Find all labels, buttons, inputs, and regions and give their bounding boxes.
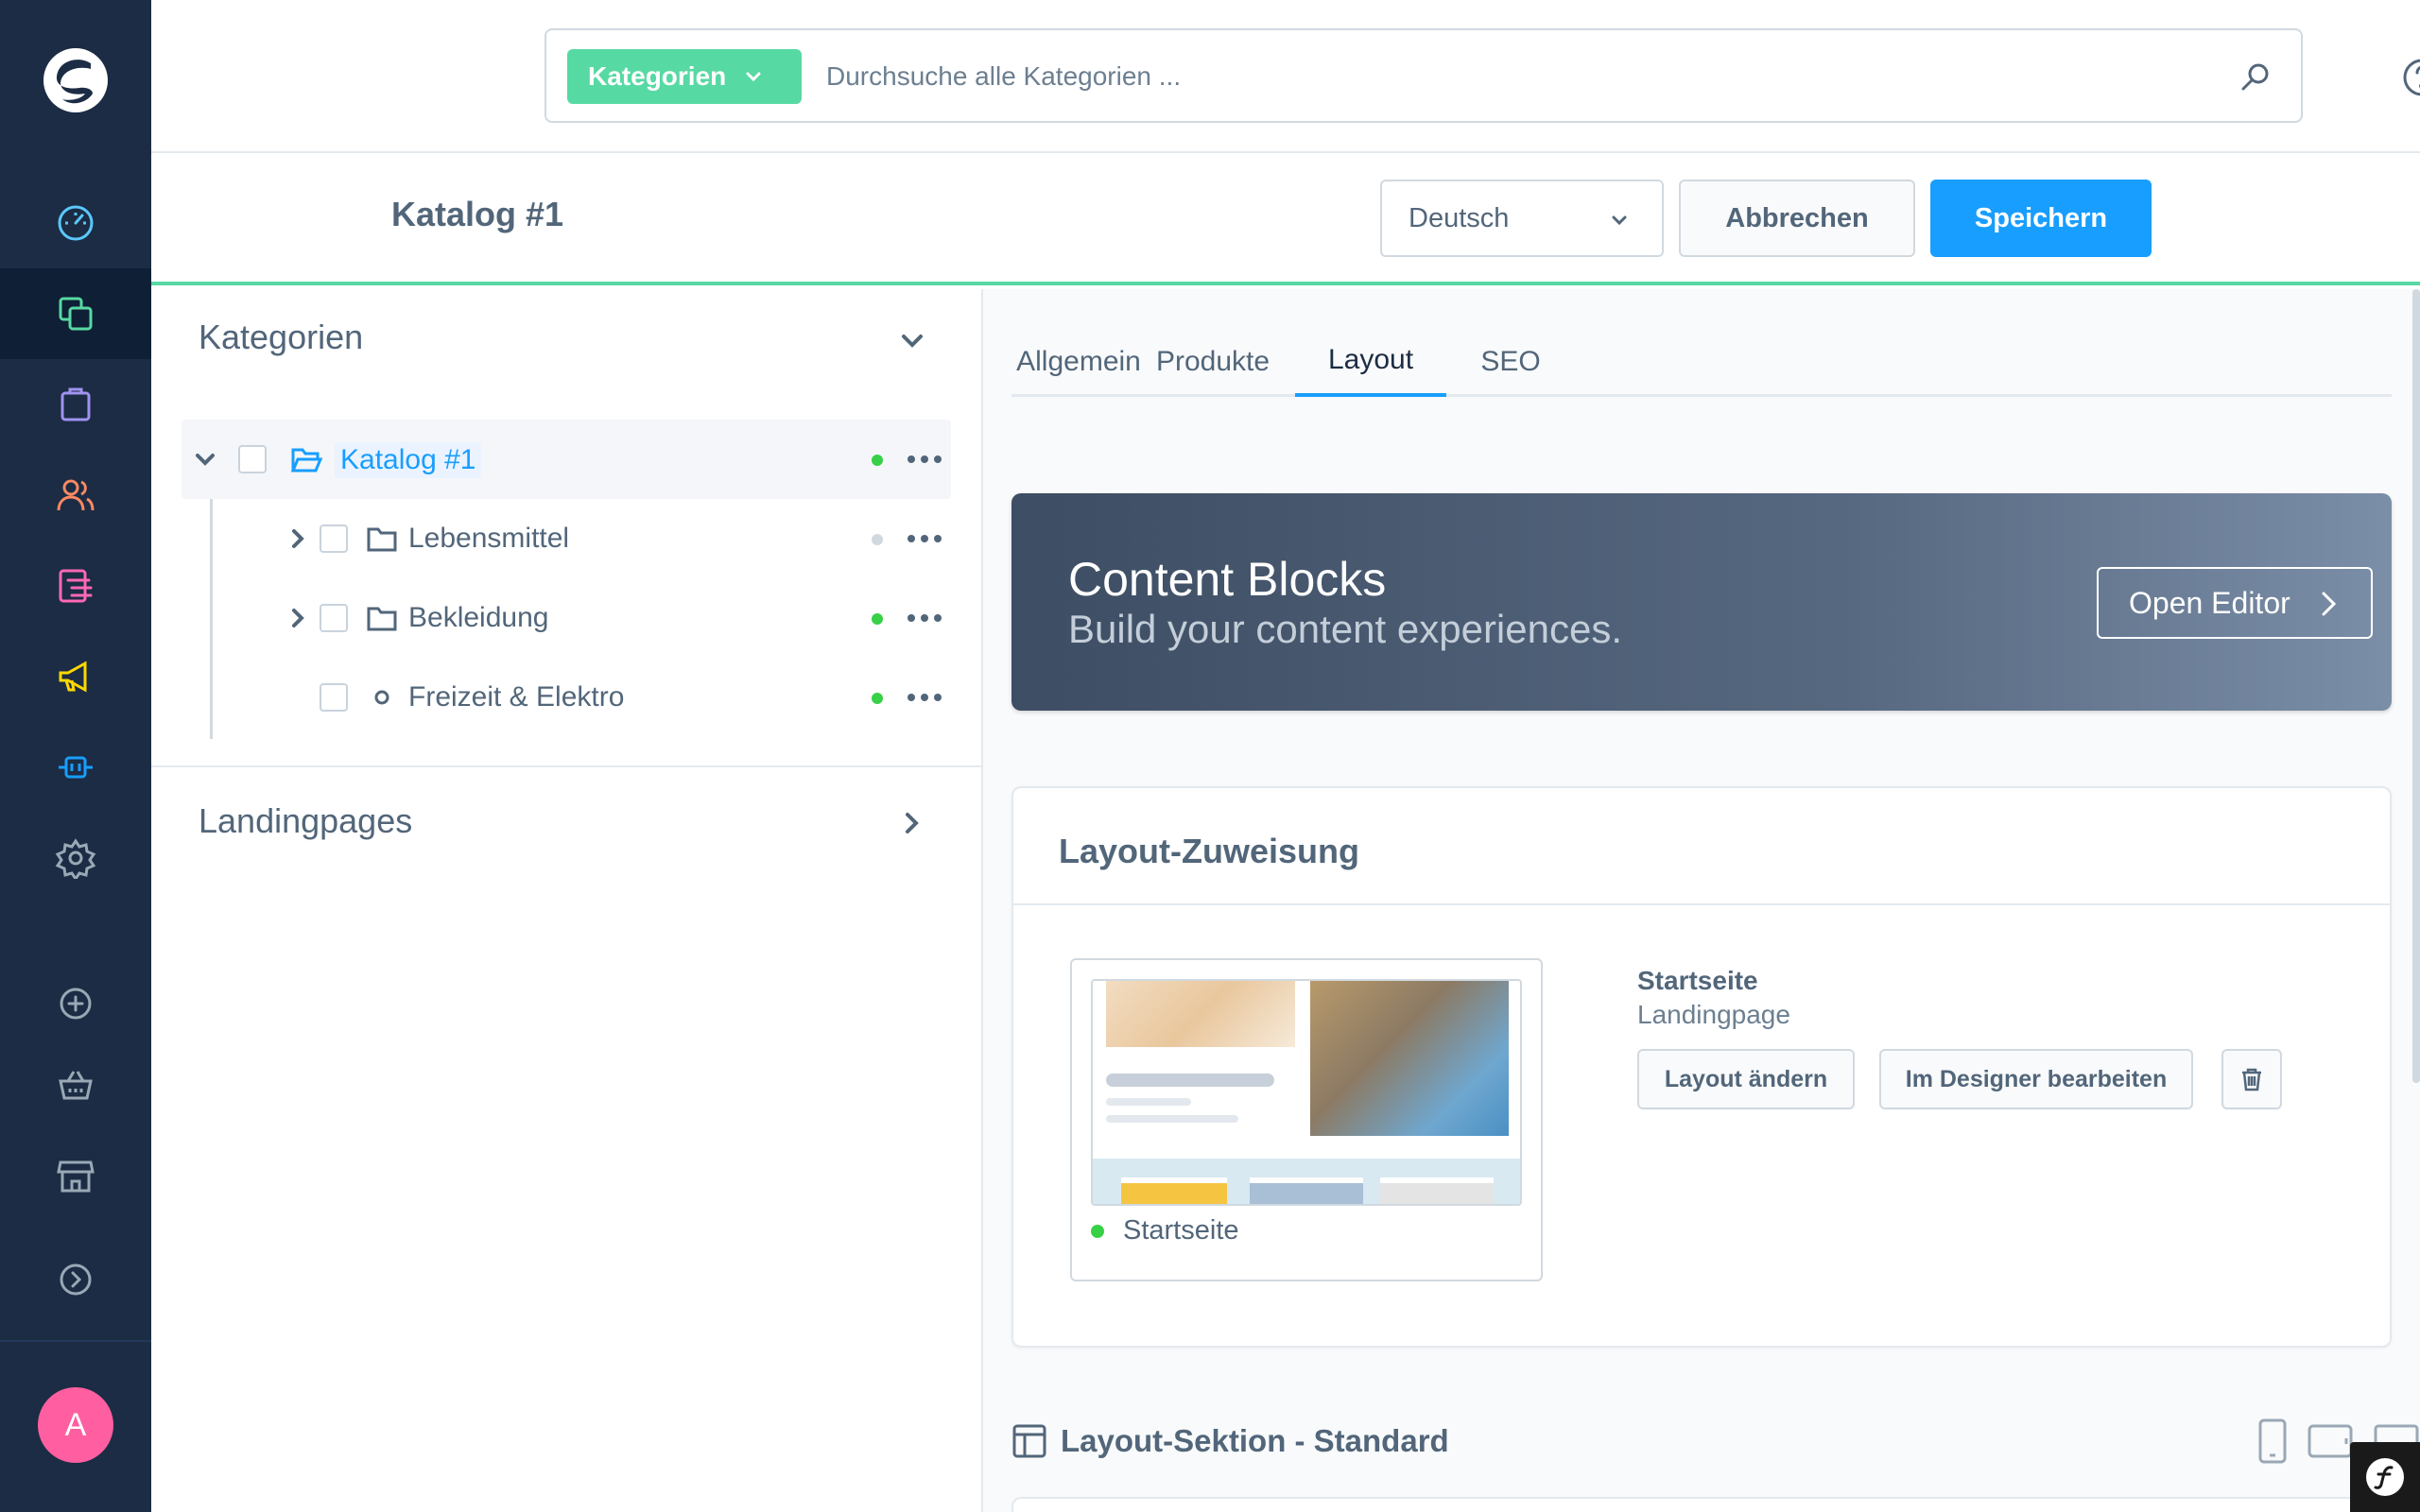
more-options-icon[interactable] [906, 533, 943, 544]
chevron-down-icon [746, 72, 761, 82]
tab-seo[interactable]: SEO [1452, 327, 1569, 397]
save-button[interactable]: Speichern [1930, 180, 2152, 257]
tree-item-root[interactable]: Katalog #1 [182, 420, 951, 499]
folder-icon [367, 607, 397, 631]
tree-item-checkbox[interactable] [320, 604, 348, 632]
status-dot [872, 534, 883, 545]
scrollbar[interactable] [2412, 289, 2420, 1083]
language-value: Deutsch [1409, 202, 1510, 233]
more-options-icon[interactable] [906, 454, 943, 465]
sidebar-divider [0, 1340, 151, 1342]
tree-item-label[interactable]: Katalog #1 [335, 442, 482, 478]
add-icon[interactable] [0, 958, 151, 1049]
status-dot [872, 455, 883, 466]
card-divider [1013, 903, 2390, 905]
tablet-device-icon[interactable] [2307, 1423, 2354, 1459]
settings-gear-icon[interactable] [0, 813, 151, 903]
search-type-dropdown[interactable]: Kategorien [567, 49, 802, 104]
tab-layout[interactable]: Layout [1295, 327, 1446, 397]
search-input[interactable] [826, 49, 2197, 104]
layout-section-card [1011, 1497, 2392, 1512]
section-divider [151, 765, 981, 767]
trash-icon [2242, 1068, 2261, 1091]
top-bar: Kategorien [151, 0, 2420, 153]
tree-item[interactable]: Freizeit & Elektro [182, 658, 951, 737]
orders-icon[interactable] [0, 359, 151, 450]
status-dot [872, 613, 883, 625]
cancel-button[interactable]: Abbrechen [1679, 180, 1915, 257]
banner-subtitle: Build your content experiences. [1068, 607, 1623, 651]
category-tree-panel: Kategorien Katalog #1 Lebensmittel Bekle… [151, 289, 983, 1512]
change-layout-button[interactable]: Layout ändern [1637, 1049, 1855, 1109]
layout-section-header: Layout-Sektion - Standard [1011, 1416, 2420, 1472]
search-icon[interactable] [2238, 60, 2273, 94]
chevron-right-icon[interactable] [285, 526, 310, 551]
category-detail: Allgemein Produkte Layout SEO Content Bl… [983, 289, 2420, 1512]
search-type-label: Kategorien [588, 61, 727, 91]
chevron-down-icon[interactable] [193, 447, 217, 472]
admin-sidebar: A [0, 0, 151, 1512]
tab-bar: Allgemein Produkte Layout SEO [1011, 327, 2392, 397]
marketing-icon[interactable] [0, 631, 151, 722]
chevron-down-icon[interactable] [898, 327, 926, 355]
user-avatar[interactable]: A [38, 1387, 113, 1463]
tab-allgemein[interactable]: Allgemein [1011, 327, 1146, 397]
global-search: Kategorien [544, 28, 2303, 123]
help-icon[interactable] [2401, 57, 2420, 98]
layout-assignment-card: Layout-Zuweisung Startseite Startseite L… [1011, 786, 2392, 1348]
chevron-right-icon [2322, 592, 2337, 616]
folder-open-icon [290, 448, 323, 472]
symfony-toolbar-icon[interactable] [2350, 1442, 2420, 1512]
layout-section-title: Layout-Sektion - Standard [1061, 1423, 1449, 1458]
dashboard-icon[interactable] [0, 178, 151, 268]
extensions-icon[interactable] [0, 722, 151, 813]
page-title: Katalog #1 [391, 195, 564, 233]
preview-label: Startseite [1123, 1215, 1239, 1246]
layout-section-icon [1012, 1424, 1046, 1458]
tree-item-checkbox[interactable] [320, 524, 348, 553]
tree-item-checkbox[interactable] [238, 445, 267, 473]
preview-status: Startseite [1091, 1215, 1239, 1246]
customers-icon[interactable] [0, 450, 151, 541]
more-options-icon[interactable] [906, 692, 943, 703]
more-options-icon[interactable] [906, 612, 943, 624]
tree-item[interactable]: Lebensmittel [182, 499, 951, 578]
tree-item-checkbox[interactable] [320, 683, 348, 712]
storefront-icon[interactable] [0, 1130, 151, 1221]
folder-icon [367, 527, 397, 552]
edit-in-designer-button[interactable]: Im Designer bearbeiten [1879, 1049, 2193, 1109]
tree-heading: Kategorien [199, 318, 364, 356]
language-switch[interactable]: Deutsch [1380, 180, 1664, 257]
shopware-logo-icon[interactable] [38, 43, 113, 118]
status-dot [1091, 1224, 1104, 1238]
tree-item-label[interactable]: Lebensmittel [408, 523, 569, 555]
chevron-down-icon [1612, 215, 1627, 226]
leaf-node-icon [374, 690, 389, 705]
layout-preview-image [1091, 979, 1522, 1206]
expand-sidebar-icon[interactable] [0, 1234, 151, 1325]
tab-produkte[interactable]: Produkte [1146, 327, 1280, 397]
mobile-device-icon[interactable] [2256, 1418, 2290, 1465]
chevron-right-icon[interactable] [285, 606, 310, 630]
tree-item[interactable]: Bekleidung [182, 578, 951, 658]
layout-preview[interactable]: Startseite [1070, 958, 1543, 1281]
remove-layout-button[interactable] [2221, 1049, 2282, 1109]
status-dot [872, 693, 883, 704]
banner-title: Content Blocks [1068, 553, 1387, 606]
card-title: Layout-Zuweisung [1059, 832, 1359, 870]
layout-type: Landingpage [1637, 1000, 1790, 1029]
smart-bar: Katalog #1 Deutsch Abbrechen Speichern [151, 153, 2420, 285]
landingpages-heading[interactable]: Landingpages [199, 801, 412, 841]
tree-item-label[interactable]: Freizeit & Elektro [408, 681, 624, 713]
open-editor-label: Open Editor [2129, 585, 2290, 620]
content-blocks-banner: Content Blocks Build your content experi… [1011, 493, 2392, 711]
chevron-right-icon[interactable] [898, 809, 926, 837]
open-editor-button[interactable]: Open Editor [2097, 567, 2373, 639]
tree-item-label[interactable]: Bekleidung [408, 602, 548, 634]
layout-name: Startseite [1637, 966, 1758, 995]
content-icon[interactable] [0, 541, 151, 631]
catalogue-icon[interactable] [0, 268, 151, 359]
basket-icon[interactable] [0, 1040, 151, 1130]
